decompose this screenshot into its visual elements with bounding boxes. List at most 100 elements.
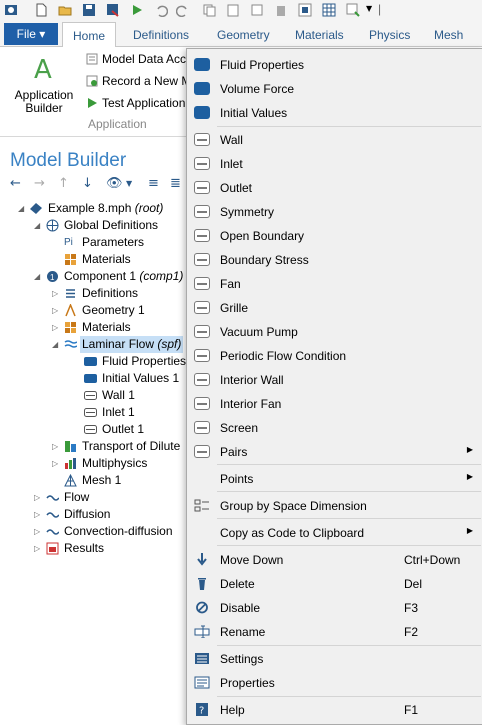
menu-item-rename[interactable]: Rename F2	[187, 620, 482, 644]
model-data-access-button[interactable]: Model Data Acc	[86, 52, 186, 66]
menu-label: Screen	[220, 421, 259, 435]
chevron-down-icon[interactable]: ▼	[366, 4, 372, 13]
menu-item-help[interactable]: ? Help F1	[187, 698, 482, 722]
menu-item-pairs[interactable]: Pairs ▶	[187, 440, 482, 464]
model-root-icon	[30, 203, 42, 214]
menu-item-copy-as-code[interactable]: Copy as Code to Clipboard ▶	[187, 521, 482, 545]
expand-arrow-icon[interactable]: ▷	[52, 285, 62, 302]
settings-icon	[195, 653, 209, 664]
menu-shortcut: F2	[404, 625, 419, 639]
menu-item-initial-values[interactable]: Initial Values	[187, 101, 482, 125]
collapse-arrow-icon[interactable]: ◢	[52, 336, 62, 353]
transport-icon	[65, 441, 76, 452]
expand-arrow-icon[interactable]: ▷	[52, 319, 62, 336]
menu-item-boundary-stress[interactable]: Boundary Stress	[187, 248, 482, 272]
show-dropdown-icon[interactable]: ▼	[126, 179, 132, 188]
file-menu-button[interactable]: File ▾	[4, 23, 58, 45]
forward-arrow-icon[interactable]: →	[34, 176, 45, 191]
menu-label: Periodic Flow Condition	[220, 349, 347, 363]
interior-fan-icon	[194, 397, 210, 410]
collapse-arrow-icon[interactable]: ◢	[34, 217, 44, 234]
tab-physics[interactable]: Physics	[369, 22, 410, 46]
menu-item-interior-wall[interactable]: Interior Wall	[187, 368, 482, 392]
select-icon[interactable]	[298, 3, 312, 17]
paste-icon[interactable]	[226, 3, 240, 17]
search-icon[interactable]	[346, 3, 360, 17]
menu-item-inlet[interactable]: Inlet	[187, 152, 482, 176]
menu-item-vacuum-pump[interactable]: Vacuum Pump	[187, 320, 482, 344]
expand-arrow-icon[interactable]: ▷	[52, 302, 62, 319]
expand-arrow-icon[interactable]: ▷	[52, 438, 62, 455]
tab-geometry[interactable]: Geometry	[217, 22, 270, 46]
menu-item-fan[interactable]: Fan	[187, 272, 482, 296]
menu-item-points[interactable]: Points ▶	[187, 467, 482, 491]
tree-global-materials-label: Materials	[82, 252, 131, 266]
fan-boundary-icon	[194, 277, 210, 290]
delete-toolbar-icon[interactable]	[274, 3, 288, 17]
move-down-icon[interactable]: ↓	[82, 176, 93, 191]
expand-arrow-icon[interactable]: ▷	[34, 489, 44, 506]
menu-item-outlet[interactable]: Outlet	[187, 176, 482, 200]
expand-arrow-icon[interactable]: ▷	[34, 540, 44, 557]
svg-text:?: ?	[199, 706, 204, 717]
collapse-icon[interactable]: ≣	[170, 176, 181, 191]
submenu-arrow-icon: ▶	[466, 472, 473, 481]
fluid-properties-icon	[84, 357, 97, 366]
tree-laminar-flow-suffix: (spf)	[157, 337, 182, 351]
menu-item-open-boundary[interactable]: Open Boundary	[187, 224, 482, 248]
collapse-arrow-icon[interactable]: ◢	[34, 268, 44, 285]
tab-home[interactable]: Home	[62, 22, 116, 47]
tab-definitions[interactable]: Definitions	[133, 22, 189, 46]
wall-boundary-icon	[84, 391, 97, 400]
back-arrow-icon[interactable]: ←	[10, 176, 21, 191]
menu-item-settings[interactable]: Settings	[187, 647, 482, 671]
menu-label: Rename	[220, 625, 266, 639]
menu-item-screen[interactable]: Screen	[187, 416, 482, 440]
menu-item-symmetry[interactable]: Symmetry	[187, 200, 482, 224]
application-builder-button[interactable]: Application Builder	[6, 89, 82, 115]
menu-item-delete[interactable]: Delete Del	[187, 572, 482, 596]
redo-icon[interactable]	[176, 3, 190, 17]
grid-icon[interactable]	[322, 3, 336, 17]
menu-item-grille[interactable]: Grille	[187, 296, 482, 320]
menu-label: Help	[220, 703, 245, 717]
expand-arrow-icon[interactable]: ▷	[34, 506, 44, 523]
menu-item-group-by-space[interactable]: Group by Space Dimension	[187, 494, 482, 518]
copy-icon[interactable]	[202, 3, 216, 17]
expand-arrow-icon[interactable]: ▷	[52, 455, 62, 472]
menu-label: Settings	[220, 652, 264, 666]
menu-separator	[217, 518, 481, 519]
menu-label: Group by Space Dimension	[220, 499, 367, 513]
menu-item-move-down[interactable]: Move Down Ctrl+Down	[187, 548, 482, 572]
menu-item-periodic-flow[interactable]: Periodic Flow Condition	[187, 344, 482, 368]
tree-multiphysics-label: Multiphysics	[82, 456, 148, 470]
run-icon[interactable]	[130, 3, 144, 17]
expand-arrow-icon[interactable]: ▷	[34, 523, 44, 540]
mesh-icon	[64, 474, 77, 487]
menu-item-disable[interactable]: Disable F3	[187, 596, 482, 620]
save-icon[interactable]	[82, 3, 96, 17]
menu-item-interior-fan[interactable]: Interior Fan	[187, 392, 482, 416]
app-menu-icon[interactable]	[4, 3, 18, 17]
new-file-icon[interactable]	[34, 3, 48, 17]
menu-item-volume-force[interactable]: Volume Force	[187, 77, 482, 101]
move-up-icon[interactable]: ↑	[58, 176, 69, 191]
collapse-arrow-icon[interactable]: ◢	[18, 200, 28, 217]
undo-icon[interactable]	[154, 3, 168, 17]
application-builder-icon[interactable]: A	[34, 55, 52, 85]
menu-separator	[217, 645, 481, 646]
tab-materials[interactable]: Materials	[295, 22, 344, 46]
menu-item-properties[interactable]: Properties	[187, 671, 482, 695]
menu-item-fluid-properties[interactable]: Fluid Properties	[187, 53, 482, 77]
duplicate-icon[interactable]	[250, 3, 264, 17]
svg-text:1: 1	[50, 273, 55, 282]
show-icon[interactable]: 👁	[106, 176, 123, 191]
wall-boundary-icon	[194, 133, 210, 146]
open-folder-icon[interactable]	[58, 3, 72, 17]
test-application-button[interactable]: Test Application	[86, 96, 185, 110]
menu-item-wall[interactable]: Wall	[187, 128, 482, 152]
save-as-icon[interactable]	[106, 3, 120, 17]
tab-mesh[interactable]: Mesh	[434, 22, 463, 46]
expand-icon[interactable]: ≡	[148, 176, 159, 191]
record-method-button[interactable]: Record a New M	[86, 74, 191, 88]
